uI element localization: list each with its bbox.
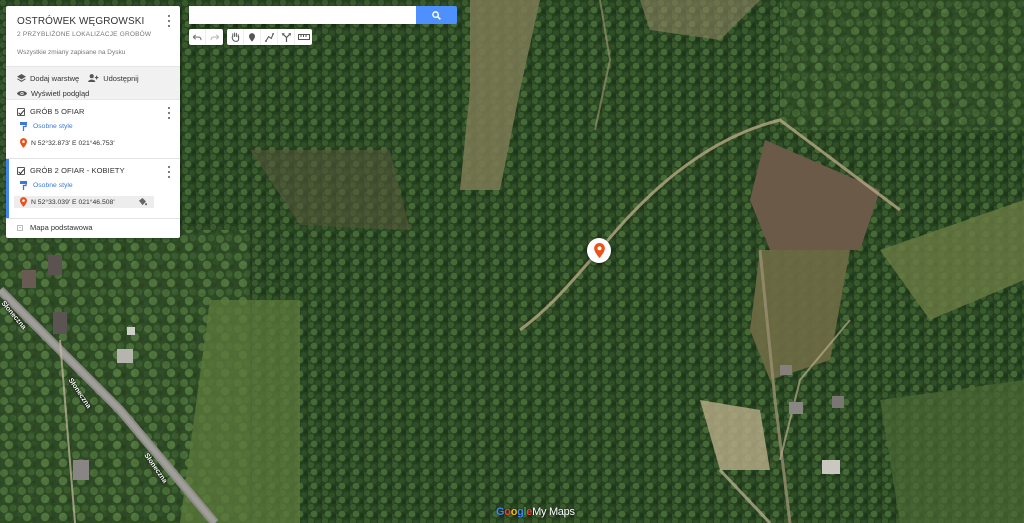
ruler-icon xyxy=(297,34,310,40)
measure-button[interactable] xyxy=(295,29,312,45)
placemark-item[interactable]: N 52°33.039' E 021°46.508' xyxy=(14,196,154,208)
add-marker-button[interactable] xyxy=(244,29,261,45)
map-placemark[interactable] xyxy=(587,238,611,263)
search-button[interactable] xyxy=(416,6,457,24)
layer-visibility-checkbox[interactable] xyxy=(17,166,25,175)
placemark-item[interactable]: N 52°32.873' E 021°46.753' xyxy=(17,137,170,149)
undo-icon xyxy=(192,33,202,40)
draw-line-icon xyxy=(264,32,274,42)
placemark-icon xyxy=(20,197,27,207)
paint-roller-icon xyxy=(20,121,27,131)
layer-options-menu-icon[interactable] xyxy=(166,107,172,119)
share-button[interactable]: Udostępnij xyxy=(88,73,139,83)
marker-add-icon xyxy=(249,32,255,42)
placemark-icon xyxy=(593,243,605,258)
search-input[interactable] xyxy=(189,6,416,24)
panel-actions: Dodaj warstwę Udostępnij Wyświetl podglą… xyxy=(6,66,180,100)
share-label: Udostępnij xyxy=(103,73,139,83)
expand-arrow-icon xyxy=(17,224,23,231)
undo-button[interactable] xyxy=(189,29,206,45)
layer-style-label: Osobne style xyxy=(33,181,73,189)
map-description[interactable]: 2 PRZYBLIŻONE LOKALIZACJE GROBÓW xyxy=(17,31,170,38)
eye-icon xyxy=(17,90,27,96)
placemark-label: N 52°33.039' E 021°46.508' xyxy=(31,198,115,206)
placemark-icon xyxy=(20,138,27,148)
layer-grob-2-ofiar-kobiety[interactable]: GRÓB 2 OFIAR - KOBIETY Osobne style N 52… xyxy=(6,159,180,219)
draw-line-button[interactable] xyxy=(261,29,278,45)
preview-button[interactable]: Wyświetl podgląd xyxy=(17,89,89,98)
layers-icon xyxy=(17,74,26,82)
map-title[interactable]: OSTRÓWEK WĘGROWSKI xyxy=(17,16,170,27)
hand-icon xyxy=(231,32,239,42)
google-my-maps-logo: GoogleMy Maps xyxy=(496,506,575,518)
layer-name[interactable]: GRÓB 2 OFIAR - KOBIETY xyxy=(30,166,125,175)
person-add-icon xyxy=(88,74,99,82)
save-status: Wszystkie zmiany zapisane na Dysku xyxy=(17,49,126,56)
layer-style-link[interactable]: Osobne style xyxy=(17,121,170,131)
map-legend-panel: OSTRÓWEK WĘGROWSKI 2 PRZYBLIŻONE LOKALIZ… xyxy=(6,6,180,238)
redo-button[interactable] xyxy=(206,29,223,45)
base-map-label: Mapa podstawowa xyxy=(30,223,93,232)
select-pan-button[interactable] xyxy=(227,29,244,45)
route-icon xyxy=(281,32,291,42)
placemark-label: N 52°32.873' E 021°46.753' xyxy=(31,139,115,147)
layer-name[interactable]: GRÓB 5 OFIAR xyxy=(30,107,85,116)
map-toolbar xyxy=(189,29,316,45)
layer-style-link[interactable]: Osobne style xyxy=(17,180,170,190)
layer-grob-5-ofiar[interactable]: GRÓB 5 OFIAR Osobne style N 52°32.873' E… xyxy=(6,100,180,159)
paint-bucket-icon[interactable] xyxy=(138,198,147,206)
layer-visibility-checkbox[interactable] xyxy=(17,107,25,116)
base-map-toggle[interactable]: Mapa podstawowa xyxy=(6,219,180,236)
panel-header: OSTRÓWEK WĘGROWSKI 2 PRZYBLIŻONE LOKALIZ… xyxy=(6,6,180,66)
selected-layer-indicator xyxy=(6,159,9,218)
add-layer-label: Dodaj warstwę xyxy=(30,73,80,83)
add-layer-button[interactable]: Dodaj warstwę xyxy=(17,74,79,83)
layer-options-menu-icon[interactable] xyxy=(166,166,172,178)
map-options-menu-icon[interactable] xyxy=(166,15,172,27)
paint-roller-icon xyxy=(20,180,27,190)
preview-label: Wyświetl podgląd xyxy=(31,88,90,98)
redo-icon xyxy=(210,33,219,40)
layer-style-label: Osobne style xyxy=(33,122,73,130)
add-directions-button[interactable] xyxy=(278,29,295,45)
search-icon xyxy=(432,10,441,20)
